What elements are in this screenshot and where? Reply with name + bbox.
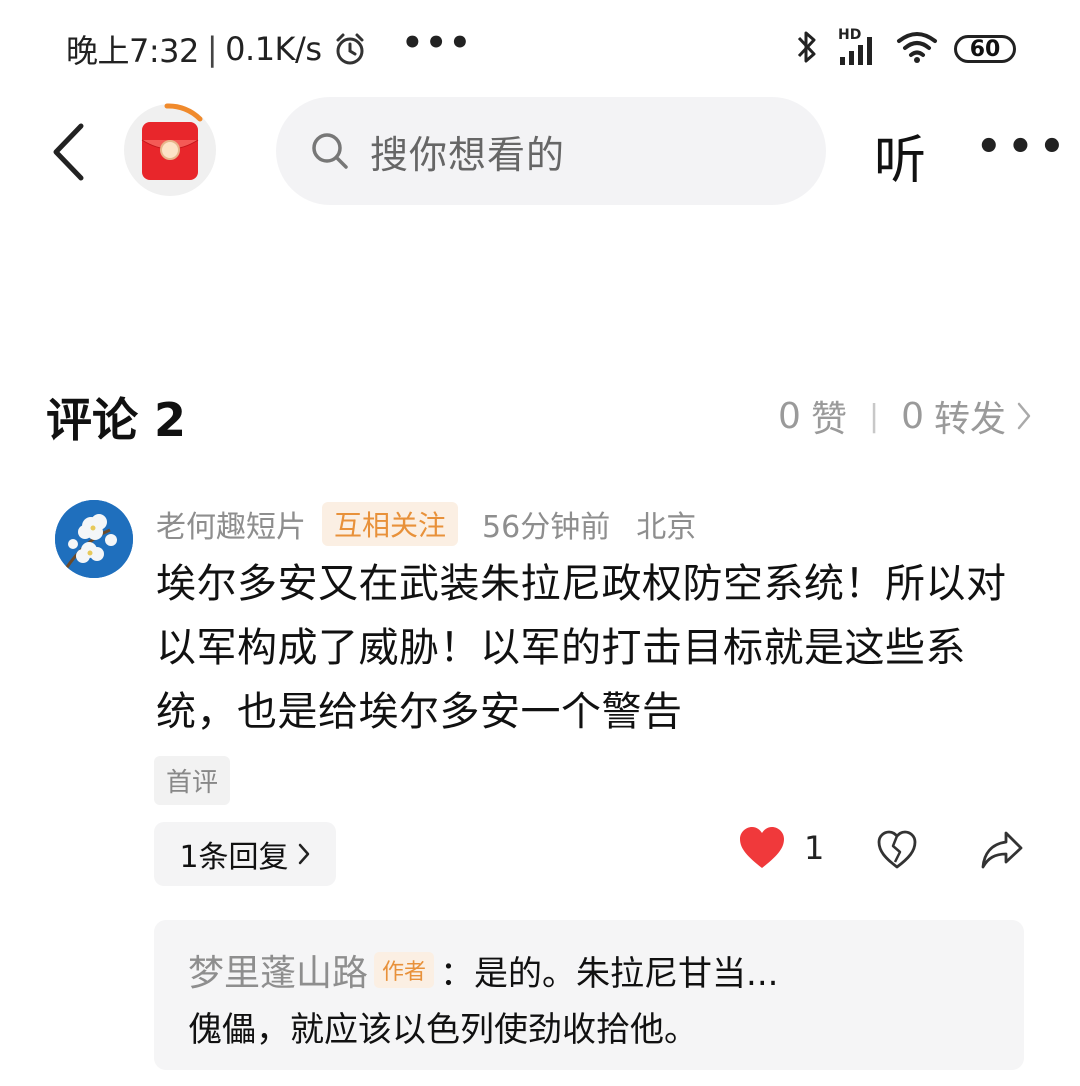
like-count: 1 <box>804 829 825 867</box>
battery-indicator: 60 <box>954 35 1016 63</box>
signal-icon: HD <box>836 27 880 67</box>
likes-count: 0 <box>778 395 801 437</box>
share-button[interactable] <box>980 830 1024 874</box>
first-comment-tag: 首评 <box>154 756 231 805</box>
heart-filled-icon <box>740 827 784 868</box>
comment-meta: 老何趣短片 互相关注 56分钟前 北京 <box>156 502 696 546</box>
red-packet-icon <box>124 103 216 196</box>
like-button[interactable]: 1 <box>738 826 824 870</box>
post-stats[interactable]: 0 赞 | 0 转发 <box>778 390 1032 442</box>
network-speed: 0.1K/s <box>225 30 322 68</box>
search-icon <box>312 133 348 169</box>
status-separator: | <box>206 30 218 68</box>
reply-text-line2: 傀儡，就应该以色列使劲收拾他。 <box>188 1010 698 1050</box>
reposts-label: 转发 <box>933 399 1006 440</box>
likes-label: 赞 <box>810 399 847 440</box>
bluetooth-icon <box>794 28 820 70</box>
chevron-right-icon <box>297 842 311 866</box>
stats-divider: | <box>868 398 880 434</box>
reply-count-label: 1条回复 <box>179 840 289 875</box>
dislike-button[interactable] <box>876 830 918 874</box>
reposts-count: 0 <box>901 395 924 437</box>
comment-text[interactable]: 埃尔多安又在武装朱拉尼政权防空系统！所以对以军构成了威胁！以军的打击目标就是这些… <box>156 552 1036 744</box>
notification-dots: ••• <box>401 23 473 63</box>
reply-author[interactable]: 梦里蓬山路 <box>188 944 368 996</box>
status-bar-right: HD 60 <box>794 26 1016 72</box>
comments-title: 评论 2 <box>46 393 187 447</box>
reply-first-line: 梦里蓬山路 作者 ：是的。朱拉尼甘当... <box>188 944 778 996</box>
comment-time: 56分钟前 <box>482 510 611 545</box>
broken-heart-icon <box>877 830 917 869</box>
mutual-follow-badge: 互相关注 <box>322 502 459 546</box>
search-bar[interactable]: 搜你想看的 <box>276 97 826 205</box>
hd-label: HD <box>838 27 862 43</box>
reply-text-line1: ：是的。朱拉尼甘当... <box>440 953 779 994</box>
alarm-icon <box>333 32 367 66</box>
status-bar-left: 晚上7:32 | 0.1K/s ••• <box>66 23 473 74</box>
listen-button[interactable]: 听 <box>874 118 926 193</box>
comment-location: 北京 <box>636 510 697 545</box>
wifi-icon <box>896 30 938 68</box>
red-packet-button[interactable] <box>122 102 218 198</box>
back-arrow-icon <box>53 123 84 181</box>
status-time: 晚上7:32 <box>66 32 199 70</box>
chevron-right-icon <box>1016 401 1032 431</box>
share-icon <box>981 831 1023 869</box>
more-button[interactable]: ••• <box>976 124 1071 170</box>
view-replies-button[interactable]: 1条回复 <box>154 822 336 886</box>
comment-author[interactable]: 老何趣短片 <box>156 502 306 546</box>
back-button[interactable] <box>44 120 92 184</box>
avatar[interactable] <box>55 500 133 578</box>
author-tag: 作者 <box>374 952 435 988</box>
search-placeholder: 搜你想看的 <box>370 132 566 177</box>
